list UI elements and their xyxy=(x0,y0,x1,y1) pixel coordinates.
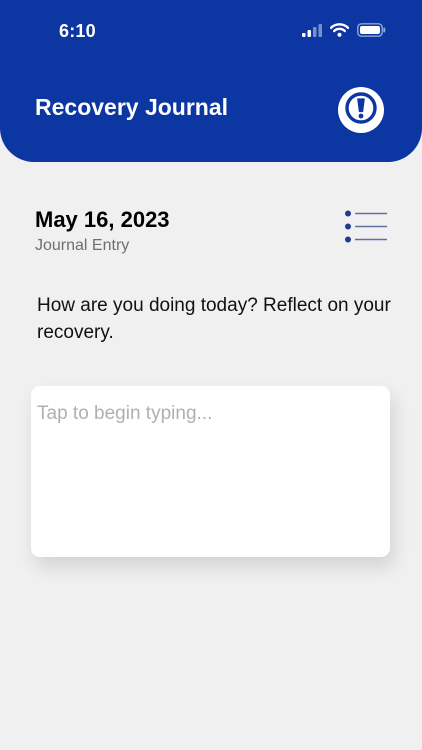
reflection-prompt: How are you doing today? Reflect on your… xyxy=(37,295,391,343)
journal-entry-card xyxy=(31,386,390,557)
battery-icon xyxy=(357,23,386,37)
wifi-icon xyxy=(330,23,349,37)
status-time: 6:10 xyxy=(59,21,96,41)
alert-button[interactable] xyxy=(338,87,384,133)
status-icons xyxy=(302,23,386,37)
cellular-signal-icon xyxy=(302,23,322,37)
list-icon xyxy=(340,210,390,250)
journal-screen: 6:10 Recovery Journal May 16, 2023 Journ… xyxy=(0,0,422,750)
entry-date: May 16, 2023 xyxy=(35,207,170,232)
page-title: Recovery Journal xyxy=(35,94,229,120)
entries-list-button[interactable] xyxy=(340,206,390,246)
app-header: 6:10 Recovery Journal xyxy=(0,0,422,162)
journal-entry-input[interactable] xyxy=(31,386,390,557)
entry-subtitle: Journal Entry xyxy=(35,237,130,254)
alert-exclamation-icon xyxy=(344,91,378,130)
